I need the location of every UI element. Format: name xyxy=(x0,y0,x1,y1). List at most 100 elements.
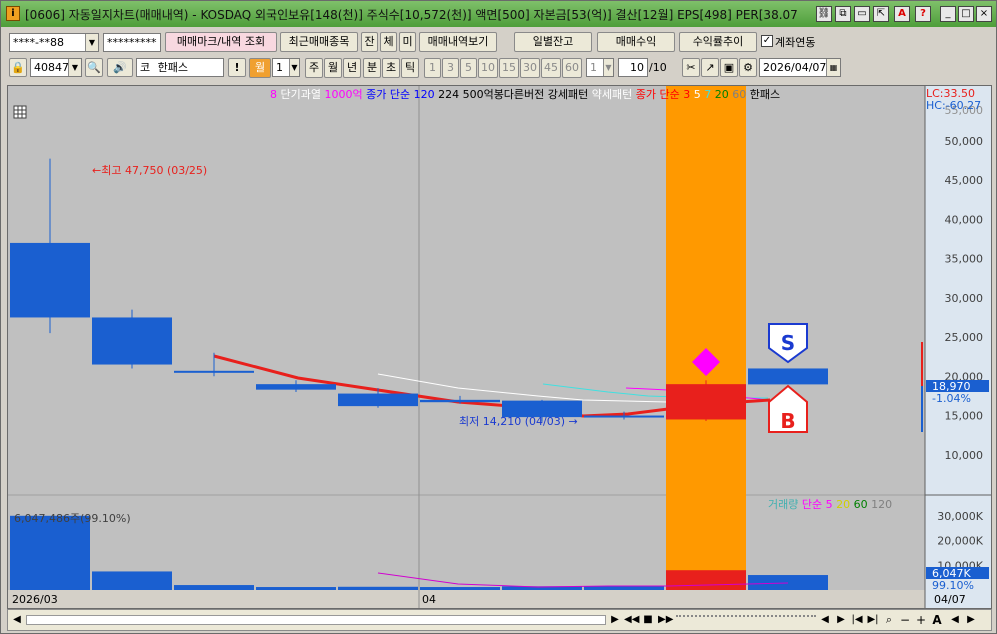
executed-button[interactable]: 체 xyxy=(380,32,397,52)
minute-10-button[interactable]: 10 xyxy=(478,58,498,78)
plus-icon[interactable]: + xyxy=(914,613,928,627)
daily-balance-button[interactable]: 일별잔고 xyxy=(514,32,592,52)
chart-type-icon[interactable]: ↗ xyxy=(701,58,719,77)
legend-item[interactable]: 500억봉다른버전 강세패턴 xyxy=(459,88,588,101)
legend-item[interactable]: 단기과열 xyxy=(277,88,321,101)
minus-icon[interactable]: − xyxy=(898,613,912,627)
magnifier-icon[interactable]: ⌕ xyxy=(882,613,896,627)
indicator-legend[interactable]: 8 단기과열 1000억 종가 단순 120 224 500억봉다른버전 강세패… xyxy=(270,87,780,101)
chevron-down-icon[interactable]: ▼ xyxy=(68,59,81,76)
date-input[interactable]: 2026/04/07 ▦ xyxy=(759,58,841,77)
close-button[interactable]: × xyxy=(976,6,992,22)
return-trend-button[interactable]: 수익률추이 xyxy=(679,32,757,52)
volume-legend-item[interactable]: 60 xyxy=(850,498,868,511)
minute-15-button[interactable]: 15 xyxy=(499,58,519,78)
volume-legend-item[interactable]: 거래량 xyxy=(768,498,798,511)
trade-profit-button[interactable]: 매매수익 xyxy=(597,32,675,52)
period-week-button[interactable]: 주 xyxy=(305,58,323,78)
period-num-select[interactable]: 1 ▼ xyxy=(272,58,300,77)
volume-bar[interactable] xyxy=(748,575,828,590)
volume-legend-item[interactable]: 120 xyxy=(868,498,893,511)
count-input[interactable]: 10 xyxy=(618,58,648,77)
volume-bar[interactable] xyxy=(338,586,418,590)
legend-item[interactable]: 약세패턴 xyxy=(588,87,632,101)
volume-bar[interactable] xyxy=(666,570,746,590)
stock-name-field[interactable]: 코 한패스 xyxy=(136,58,224,77)
period-second-button[interactable]: 초 xyxy=(382,58,400,78)
search-icon[interactable]: 🔍 xyxy=(85,58,103,77)
account-select[interactable]: ****-**88 ▼ xyxy=(9,33,99,52)
lock-icon[interactable]: 🔒 xyxy=(9,58,27,77)
legend-item[interactable]: 8 xyxy=(270,88,277,101)
chart-area[interactable]: 50,000 45,000 40,000 35,000 30,000 25,000 20,0… xyxy=(7,85,992,609)
balance-button[interactable]: 잔 xyxy=(361,32,378,52)
minute-60-button[interactable]: 60 xyxy=(562,58,582,78)
screen-icon[interactable]: ▭ xyxy=(854,6,870,22)
recent-items-button[interactable]: 최근매매종목 xyxy=(280,32,358,52)
minute-1-button[interactable]: 1 xyxy=(424,58,441,78)
gear-icon[interactable]: ⚙ xyxy=(739,58,757,77)
legend-item[interactable]: 5 xyxy=(690,88,701,101)
candle-body[interactable] xyxy=(10,242,90,318)
minute-5-button[interactable]: 5 xyxy=(460,58,477,78)
play-icon[interactable]: ▶▶ xyxy=(658,613,673,627)
volume-bar[interactable] xyxy=(10,515,90,590)
zoom-out-icon[interactable]: ◀ xyxy=(818,613,832,627)
minimize-button[interactable]: _ xyxy=(940,6,956,22)
trade-detail-button[interactable]: 매매내역보기 xyxy=(419,32,497,52)
grid-icon[interactable] xyxy=(13,105,27,119)
calendar-icon[interactable]: ▦ xyxy=(826,59,840,76)
volume-bar[interactable] xyxy=(92,571,172,590)
font-a-button[interactable]: A xyxy=(894,6,910,22)
reset-icon[interactable]: A xyxy=(930,613,944,627)
pin-icon[interactable]: ⇱ xyxy=(873,6,889,22)
copy-icon[interactable]: ⧉ xyxy=(835,6,851,22)
candle-body[interactable] xyxy=(666,384,746,420)
candlestick-chart[interactable]: 50,000 45,000 40,000 35,000 30,000 25,000 20,0… xyxy=(8,86,991,608)
legend-item[interactable]: 20 xyxy=(711,88,729,101)
speed-slider[interactable] xyxy=(676,615,816,625)
chevron-down-icon[interactable]: ▼ xyxy=(289,59,299,76)
volume-legend-item[interactable]: 단순 5 xyxy=(798,498,832,511)
stop-icon[interactable]: ■ xyxy=(641,613,655,627)
minute-45-button[interactable]: 45 xyxy=(541,58,561,78)
alert-button[interactable]: ! xyxy=(228,58,246,77)
legend-item[interactable]: 224 xyxy=(435,88,460,101)
candle-body[interactable] xyxy=(256,384,336,390)
legend-item[interactable]: 1000억 xyxy=(321,88,363,101)
volume-bar[interactable] xyxy=(420,587,500,590)
password-field[interactable]: ********* xyxy=(103,33,161,52)
minute-3-button[interactable]: 3 xyxy=(442,58,459,78)
legend-item[interactable]: 60 xyxy=(729,88,747,101)
page-right-icon[interactable]: ▶ xyxy=(964,613,978,627)
scroll-bar[interactable]: ◀ ▶ ◀◀ ■ ▶▶ ◀ ▶ |◀ ▶| ⌕ − + A ◀ ▶ xyxy=(7,609,992,631)
candle-body[interactable] xyxy=(584,415,664,418)
candle-body[interactable] xyxy=(174,370,254,373)
maximize-button[interactable]: □ xyxy=(958,6,974,22)
tools-icon[interactable]: ✂ xyxy=(682,58,700,77)
minute-custom-select[interactable]: 1 ▼ xyxy=(586,58,614,77)
period-year-button[interactable]: 년 xyxy=(343,58,361,78)
account-link-checkbox[interactable]: ✓ xyxy=(761,35,773,47)
chevron-down-icon[interactable]: ▼ xyxy=(603,59,613,76)
trade-mark-query-button[interactable]: 매매마크/내역 조회 xyxy=(165,32,277,52)
candle-body[interactable] xyxy=(338,393,418,407)
legend-item[interactable]: 종가 단순 120 xyxy=(363,88,435,101)
candle-body[interactable] xyxy=(420,399,500,403)
volume-bar[interactable] xyxy=(584,586,664,590)
volume-bar[interactable] xyxy=(174,585,254,590)
save-icon[interactable]: ▣ xyxy=(720,58,738,77)
legend-item[interactable]: 한패스 xyxy=(746,88,780,101)
candle-body[interactable] xyxy=(748,368,828,385)
candle-body[interactable] xyxy=(92,317,172,365)
volume-legend-item[interactable]: 20 xyxy=(833,498,851,511)
stock-code-input[interactable]: 408470 ▼ xyxy=(30,58,82,77)
page-left-icon[interactable]: ◀ xyxy=(948,613,962,627)
help-button[interactable]: ? xyxy=(915,6,931,22)
period-tick-button[interactable]: 틱 xyxy=(401,58,419,78)
scroll-right-icon[interactable]: ▶ xyxy=(608,613,622,627)
period-month-button[interactable]: 월 xyxy=(324,58,342,78)
last-icon[interactable]: ▶| xyxy=(866,613,880,627)
scroll-track[interactable] xyxy=(26,615,606,625)
scroll-left-icon[interactable]: ◀ xyxy=(10,613,24,627)
